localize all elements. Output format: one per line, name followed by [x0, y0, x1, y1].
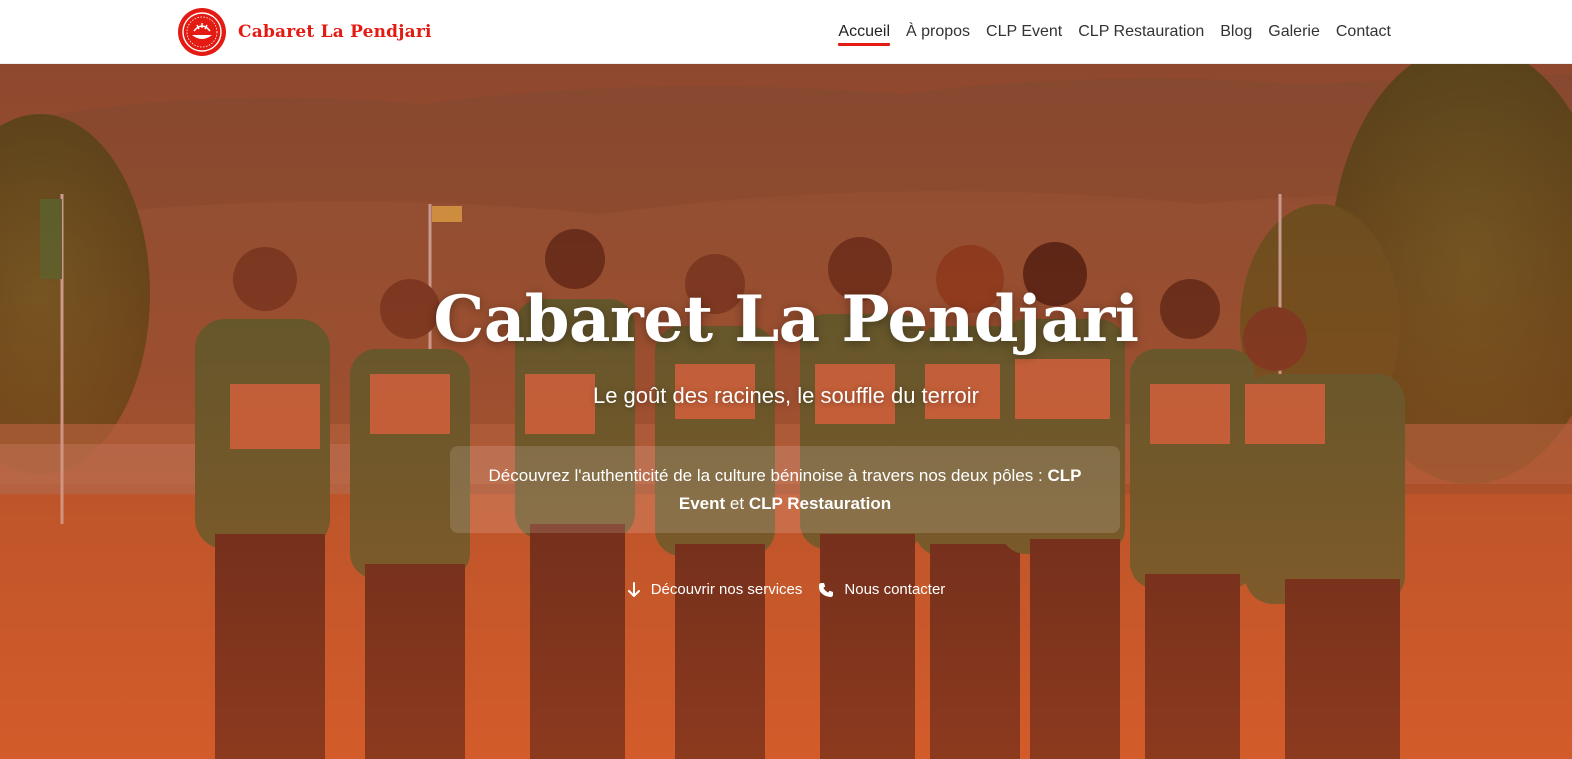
nav-item-clp-event[interactable]: CLP Event — [986, 15, 1062, 49]
discover-services-label: Découvrir nos services — [650, 581, 803, 598]
site-header: Cabaret La Pendjari Accueil À propos CLP… — [0, 0, 1572, 64]
hero-subtitle: Le goût des racines, le souffle du terro… — [592, 383, 980, 408]
hero-content: Cabaret La Pendjari Le goût des racines,… — [0, 64, 1572, 759]
nav-item-clp-restauration[interactable]: CLP Restauration — [1078, 15, 1204, 49]
hero-intro-box: Découvrez l'authenticité de la culture b… — [450, 446, 1120, 533]
nav-item-a-propos[interactable]: À propos — [906, 15, 970, 49]
hero-intro-connector: et — [729, 493, 745, 513]
nav-item-contact[interactable]: Contact — [1336, 15, 1391, 49]
main-nav: Accueil À propos CLP Event CLP Restaurat… — [822, 0, 1391, 64]
brand[interactable]: Cabaret La Pendjari — [178, 8, 432, 56]
hero-intro-text: Découvrez l'authenticité de la culture b… — [470, 462, 1100, 518]
hero-title: Cabaret La Pendjari — [433, 282, 1139, 357]
discover-services-button[interactable]: Découvrir nos services — [627, 581, 803, 598]
contact-us-button[interactable]: Nous contacter — [818, 581, 945, 598]
brand-logo-icon — [178, 8, 226, 56]
nav-item-blog[interactable]: Blog — [1220, 15, 1252, 49]
nav-item-accueil[interactable]: Accueil — [838, 15, 890, 49]
nav-item-galerie[interactable]: Galerie — [1268, 15, 1320, 49]
phone-icon — [819, 582, 834, 597]
hero-section: Cabaret La Pendjari Le goût des racines,… — [0, 64, 1572, 759]
hero-actions: Découvrir nos services Nous contacter — [0, 581, 1572, 598]
hero-intro-pole-restauration: CLP Restauration — [748, 493, 892, 513]
arrow-down-icon — [627, 581, 640, 597]
brand-name: Cabaret La Pendjari — [238, 22, 432, 42]
contact-us-label: Nous contacter — [844, 581, 946, 598]
hero-intro-lead: Découvrez l'authenticité de la culture b… — [488, 465, 1043, 485]
